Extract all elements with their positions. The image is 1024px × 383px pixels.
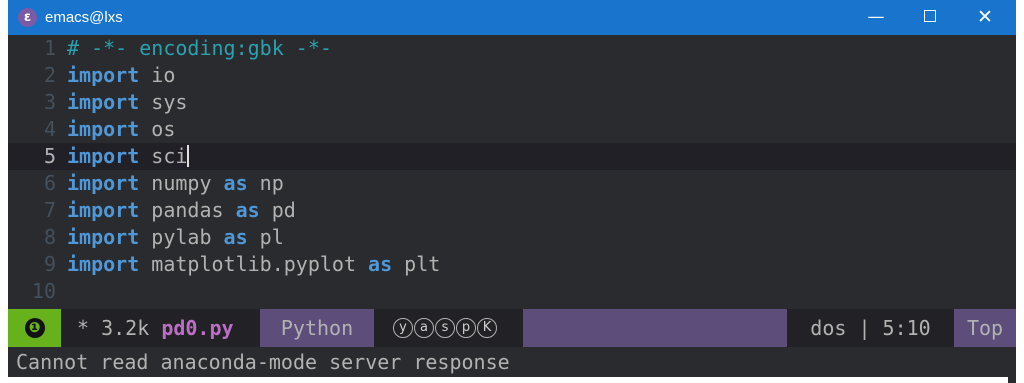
keyword-token: as <box>368 252 393 276</box>
window-bottom-edge <box>0 377 1008 383</box>
keyword-token: as <box>223 171 248 195</box>
code-text: import pandas as pd <box>67 197 296 224</box>
code-text: import pylab as pl <box>67 224 284 251</box>
keyword-token: import <box>67 171 140 195</box>
line-number: 6 <box>43 171 56 195</box>
position-separator: | <box>858 316 871 340</box>
close-button[interactable]: ✕ <box>962 0 1008 35</box>
close-icon: ✕ <box>977 6 993 28</box>
line-number: 3 <box>43 90 56 114</box>
line-number: 4 <box>43 117 56 141</box>
line-number: 10 <box>31 279 56 303</box>
code-token: os <box>139 117 176 141</box>
keyword-token: as <box>235 198 260 222</box>
code-text: import os <box>67 116 175 143</box>
keyword-token: import <box>67 90 140 114</box>
line-number: 9 <box>43 252 56 276</box>
code-token: sys <box>139 90 188 114</box>
code-text: import sci <box>67 143 190 170</box>
code-token: pl <box>247 225 284 249</box>
buffer-info-segment: * 3.2k pd0.py <box>61 309 260 347</box>
modified-indicator: * <box>77 316 90 340</box>
code-text: import numpy as np <box>67 170 284 197</box>
scroll-position: Top <box>966 316 1004 340</box>
mode-line-filler <box>523 309 787 347</box>
minor-mode-indicator[interactable]: K <box>477 318 497 338</box>
line-number: 7 <box>43 198 56 222</box>
line-number: 1 <box>43 36 56 60</box>
code-token: sci <box>139 144 188 168</box>
code-line[interactable]: 7 import pandas as pd <box>8 197 1016 224</box>
eol-type[interactable]: dos <box>810 316 846 340</box>
code-line[interactable]: 6 import numpy as np <box>8 170 1016 197</box>
keyword-token: import <box>67 225 140 249</box>
emacs-icon: ɛ <box>18 8 37 27</box>
position-segment: dos | 5:10 <box>787 309 954 347</box>
emacs-window: ɛ emacs@lxs — ✕ 1 # -*- encoding:gbk -*- 2… <box>8 0 1016 383</box>
minor-mode-indicator[interactable]: p <box>456 318 476 338</box>
cursor-position: 5:10 <box>882 316 931 340</box>
window-title: emacs@lxs <box>45 9 123 26</box>
code-token: pandas <box>139 198 236 222</box>
minor-mode-indicator[interactable]: s <box>435 318 455 338</box>
code-text: # -*- encoding:gbk -*- <box>67 35 332 62</box>
window-number-badge: ❶ <box>24 317 45 338</box>
window-number-segment[interactable]: ❶ <box>8 309 61 347</box>
maximize-icon <box>924 9 936 22</box>
keyword-token: as <box>223 225 248 249</box>
code-token: pd <box>259 198 296 222</box>
code-text: import sys <box>67 89 187 116</box>
code-token: io <box>139 63 176 87</box>
editor-buffer[interactable]: 1 # -*- encoding:gbk -*- 2 import io 3 import… <box>8 35 1016 309</box>
keyword-token: import <box>67 63 140 87</box>
buffer-filename[interactable]: pd0.py <box>161 316 233 340</box>
code-line[interactable]: 8 import pylab as pl <box>8 224 1016 251</box>
maximize-button[interactable] <box>907 0 953 35</box>
code-text: import matplotlib.pyplot as plt <box>67 251 440 278</box>
code-line[interactable]: 2 import io <box>8 62 1016 89</box>
line-number: 2 <box>43 63 56 87</box>
minimize-icon: — <box>867 7 885 27</box>
code-text: import io <box>67 62 175 89</box>
keyword-token: import <box>67 144 140 168</box>
minor-mode-indicator[interactable]: a <box>414 318 434 338</box>
minor-mode-indicator[interactable]: y <box>393 318 413 338</box>
echo-message: Cannot read anaconda-mode server respons… <box>16 350 510 374</box>
comment-token: # -*- encoding:gbk -*- <box>67 36 332 60</box>
buffer-size: 3.2k <box>101 316 150 340</box>
code-token: matplotlib.pyplot <box>139 252 369 276</box>
code-token: plt <box>392 252 441 276</box>
code-line[interactable]: 1 # -*- encoding:gbk -*- <box>8 35 1016 62</box>
code-line[interactable]: 3 import sys <box>8 89 1016 116</box>
title-bar[interactable]: ɛ emacs@lxs — ✕ <box>8 0 1016 35</box>
minor-modes-segment[interactable]: yaspK <box>374 309 523 347</box>
code-line[interactable]: 10 <box>8 278 1016 305</box>
code-token: numpy <box>139 171 224 195</box>
text-cursor <box>187 144 190 167</box>
keyword-token: import <box>67 198 140 222</box>
echo-area[interactable]: Cannot read anaconda-mode server respons… <box>8 347 1016 377</box>
scroll-segment: Top <box>954 309 1016 347</box>
code-token: np <box>247 171 284 195</box>
line-number: 8 <box>43 225 56 249</box>
minimize-button[interactable]: — <box>853 0 899 35</box>
code-line[interactable]: 4 import os <box>8 116 1016 143</box>
code-token: pylab <box>139 225 224 249</box>
code-line[interactable]: 9 import matplotlib.pyplot as plt <box>8 251 1016 278</box>
major-mode-segment[interactable]: Python <box>260 309 374 347</box>
mode-line: ❶ * 3.2k pd0.py Python yaspK dos | 5:10 … <box>8 309 1016 347</box>
keyword-token: import <box>67 117 140 141</box>
line-number: 5 <box>43 144 56 168</box>
major-mode-label: Python <box>280 316 354 340</box>
code-line[interactable]: 5 import sci <box>8 143 1016 170</box>
keyword-token: import <box>67 252 140 276</box>
